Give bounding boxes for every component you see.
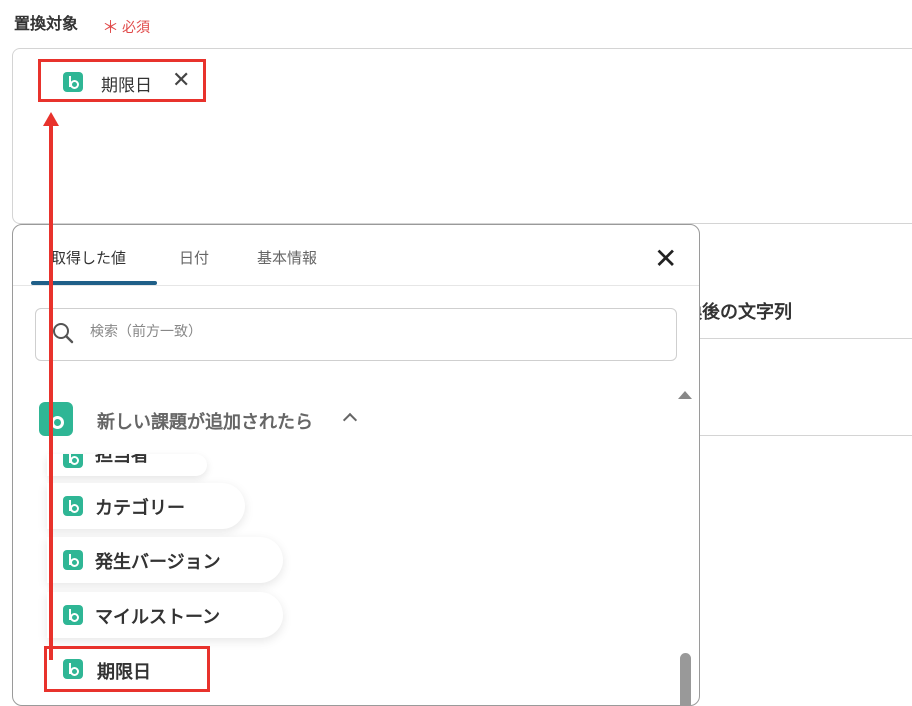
field-label: 置換対象 [14, 14, 79, 33]
selected-value-chip[interactable]: 期限日 ✕ [38, 59, 206, 102]
list-item-label: カテゴリー [95, 498, 185, 519]
tab-basic-info[interactable]: 基本情報 [257, 247, 317, 268]
list-item-label: 担当者 [95, 454, 149, 466]
search-input[interactable] [88, 323, 652, 341]
group-title: 新しい課題が追加されたら [97, 412, 313, 433]
backlog-icon [39, 402, 73, 436]
close-icon[interactable]: ✕ [172, 68, 190, 93]
tab-acquired-values[interactable]: 取得した値 [51, 247, 126, 268]
annotation-arrow-head [43, 112, 59, 126]
scroll-up-arrow[interactable] [678, 391, 692, 399]
replacement-string-label: 換後の文字列 [684, 302, 792, 323]
backlog-icon [63, 659, 83, 679]
replacement-string-field[interactable] [690, 338, 912, 436]
list-item-label: マイルストーン [95, 607, 221, 628]
list-item[interactable]: 発生バージョン [47, 537, 283, 583]
group-header[interactable]: 新しい課題が追加されたら [39, 402, 399, 438]
tab-bar: 取得した値 日付 基本情報 [13, 225, 699, 286]
chip-label: 期限日 [101, 76, 152, 96]
list-item-label: 期限日 [97, 662, 151, 683]
search-box[interactable] [35, 308, 677, 361]
backlog-icon [63, 496, 83, 516]
chevron-up-icon[interactable] [342, 412, 358, 428]
backlog-icon [63, 550, 83, 570]
backlog-icon [63, 605, 83, 625]
value-picker-popup: 取得した値 日付 基本情報 ✕ 新しい課題が追加されたら 担当者 カテゴリー 発… [12, 224, 700, 706]
list-item[interactable]: カテゴリー [47, 483, 245, 529]
required-indicator: ＊必須 [102, 12, 150, 38]
scrollbar-thumb[interactable] [680, 653, 691, 705]
tab-date[interactable]: 日付 [179, 247, 209, 268]
required-text: 必須 [122, 20, 150, 36]
search-icon [53, 323, 74, 344]
annotation-arrow-line [49, 116, 53, 660]
list-item-label: 発生バージョン [95, 552, 221, 573]
list-item[interactable]: マイルストーン [47, 592, 283, 638]
backlog-icon [63, 72, 83, 92]
required-star: ＊ [102, 18, 119, 38]
backlog-icon [63, 454, 83, 468]
close-icon[interactable]: ✕ [654, 245, 677, 273]
list-item[interactable]: 担当者 [47, 454, 207, 476]
list-item-selected[interactable]: 期限日 [44, 646, 210, 692]
